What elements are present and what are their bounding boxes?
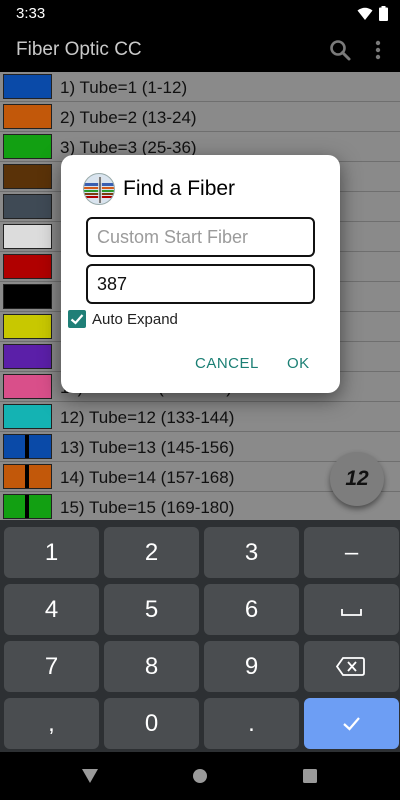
fiber-number-field[interactable]: [86, 264, 315, 304]
tube-row-label: 2) Tube=2 (13-24): [60, 108, 197, 127]
tube-color-swatch: [3, 314, 52, 339]
dialog-title: Find a Fiber: [123, 177, 236, 200]
tube-color-swatch: [3, 74, 52, 99]
fiber-number-input[interactable]: [88, 266, 313, 302]
tube-row-label: 14) Tube=14 (157-168): [60, 468, 235, 487]
key-0[interactable]: 0: [104, 698, 199, 749]
tube-color-swatch: [3, 194, 52, 219]
tube-color-swatch: [3, 104, 52, 129]
key-6[interactable]: 6: [204, 584, 299, 635]
ok-button[interactable]: OK: [287, 355, 310, 372]
tube-color-swatch: [3, 134, 52, 159]
fab-label: 12: [345, 467, 369, 490]
find-fiber-dialog: Find a Fiber Auto Expand CANCEL OK: [61, 155, 340, 393]
check-icon: [70, 314, 84, 325]
fiber-app-icon: [83, 173, 115, 205]
app-bar: Fiber Optic CC: [0, 28, 400, 72]
tube-count-fab[interactable]: 12: [330, 452, 384, 506]
status-bar: 3:33: [0, 0, 400, 28]
tube-row-label: 15) Tube=15 (169-180): [60, 498, 235, 517]
recents-square-icon[interactable]: [303, 769, 317, 783]
auto-expand-label: Auto Expand: [92, 311, 178, 328]
tube-color-swatch: [3, 494, 52, 519]
tracer-stripe: [25, 435, 29, 458]
wifi-icon: [357, 7, 373, 20]
numeric-keyboard: 1 2 3– 4 5 6 7 8 9, 0.: [0, 520, 400, 752]
status-time: 3:33: [16, 5, 46, 22]
search-icon[interactable]: [328, 38, 352, 62]
app-title: Fiber Optic CC: [16, 39, 142, 60]
back-triangle-icon[interactable]: [81, 768, 99, 784]
key-9[interactable]: 9: [204, 641, 299, 692]
battery-icon: [379, 6, 388, 21]
more-options-icon[interactable]: [370, 38, 386, 62]
key-period[interactable]: .: [204, 698, 299, 749]
tube-row-label: 1) Tube=1 (1-12): [60, 78, 188, 97]
key-space[interactable]: [304, 584, 399, 635]
key-7[interactable]: 7: [4, 641, 99, 692]
cancel-button[interactable]: CANCEL: [195, 355, 259, 372]
key-comma[interactable]: ,: [4, 698, 99, 749]
key-enter[interactable]: [304, 698, 399, 749]
custom-start-fiber-input[interactable]: [88, 219, 313, 255]
tube-color-swatch: [3, 374, 52, 399]
tube-color-swatch: [3, 284, 52, 309]
tube-color-swatch: [3, 464, 52, 489]
tracer-stripe: [25, 465, 29, 488]
key-backspace[interactable]: [304, 641, 399, 692]
custom-start-fiber-field[interactable]: [86, 217, 315, 257]
tube-row-label: 12) Tube=12 (133-144): [60, 408, 235, 427]
auto-expand-checkbox[interactable]: [68, 310, 86, 328]
key-minus[interactable]: –: [304, 527, 399, 578]
tube-row-label: 13) Tube=13 (145-156): [60, 438, 235, 457]
tube-color-swatch: [3, 404, 52, 429]
key-4[interactable]: 4: [4, 584, 99, 635]
tube-color-swatch: [3, 344, 52, 369]
key-3[interactable]: 3: [204, 527, 299, 578]
key-5[interactable]: 5: [104, 584, 199, 635]
key-8[interactable]: 8: [104, 641, 199, 692]
tube-row[interactable]: 12) Tube=12 (133-144): [0, 402, 400, 432]
key-1[interactable]: 1: [4, 527, 99, 578]
tube-row[interactable]: 1) Tube=1 (1-12): [0, 72, 400, 102]
status-icons: [357, 6, 388, 21]
tube-color-swatch: [3, 224, 52, 249]
home-circle-icon[interactable]: [191, 767, 209, 785]
tube-color-swatch: [3, 164, 52, 189]
tracer-stripe: [25, 495, 29, 518]
tube-color-swatch: [3, 434, 52, 459]
tube-color-swatch: [3, 254, 52, 279]
key-2[interactable]: 2: [104, 527, 199, 578]
tube-row[interactable]: 2) Tube=2 (13-24): [0, 102, 400, 132]
navigation-bar: [0, 752, 400, 800]
